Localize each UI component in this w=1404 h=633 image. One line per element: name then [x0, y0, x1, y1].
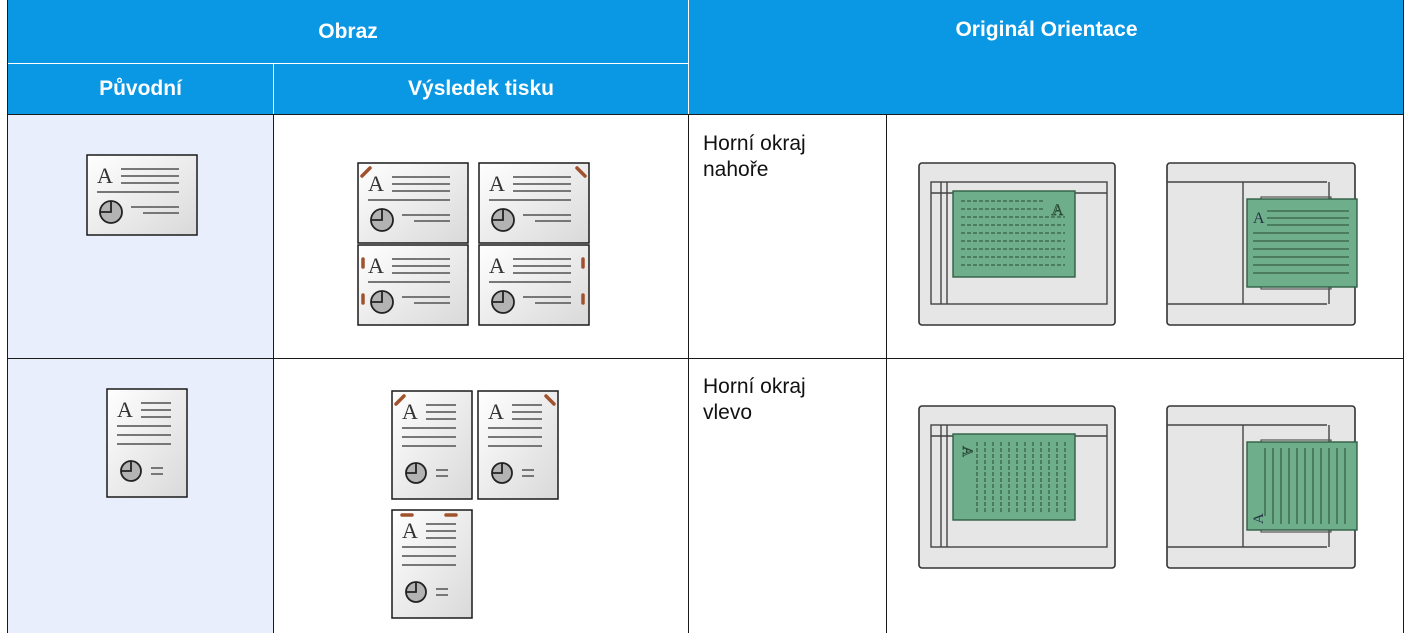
landscape-document-icon	[86, 154, 198, 236]
svg-text:A: A	[1051, 202, 1063, 219]
orientation-label-left-line1: Horní okraj	[703, 375, 806, 398]
svg-text:A: A	[1253, 210, 1265, 227]
print-result-staple-right-double	[478, 244, 590, 326]
document-feeder-icon-rotated: A	[1166, 405, 1358, 569]
svg-text:A: A	[1251, 513, 1267, 524]
header-original: Původní	[8, 64, 273, 114]
orientation-label-left: Horní okraj vlevo	[703, 374, 806, 426]
original-cell-1	[8, 115, 273, 358]
orientation-label-top-line1: Horní okraj	[703, 132, 806, 155]
print-result-portrait-staple-top-double	[391, 509, 473, 619]
orientation-label-top-line2: nahoře	[703, 158, 769, 181]
print-result-staple-top-left	[357, 162, 469, 244]
print-result-portrait-staple-top-right	[477, 390, 559, 500]
print-result-staple-left-double	[357, 244, 469, 326]
header-image: Obraz	[8, 0, 688, 63]
header-original-orientation: Originál Orientace	[689, 0, 1404, 114]
portrait-document-icon	[106, 388, 188, 498]
glass-platen-icon-rotated: A	[918, 405, 1116, 569]
orientation-label-top: Horní okraj nahoře	[703, 131, 806, 183]
header-print-result: Výsledek tisku	[274, 64, 688, 114]
glass-platen-icon: A	[918, 162, 1116, 326]
svg-text:A: A	[959, 446, 975, 457]
document-feeder-icon: A	[1166, 162, 1358, 326]
print-result-portrait-staple-top-left	[391, 390, 473, 500]
print-result-staple-top-right	[478, 162, 590, 244]
orientation-label-left-line2: vlevo	[703, 401, 753, 424]
